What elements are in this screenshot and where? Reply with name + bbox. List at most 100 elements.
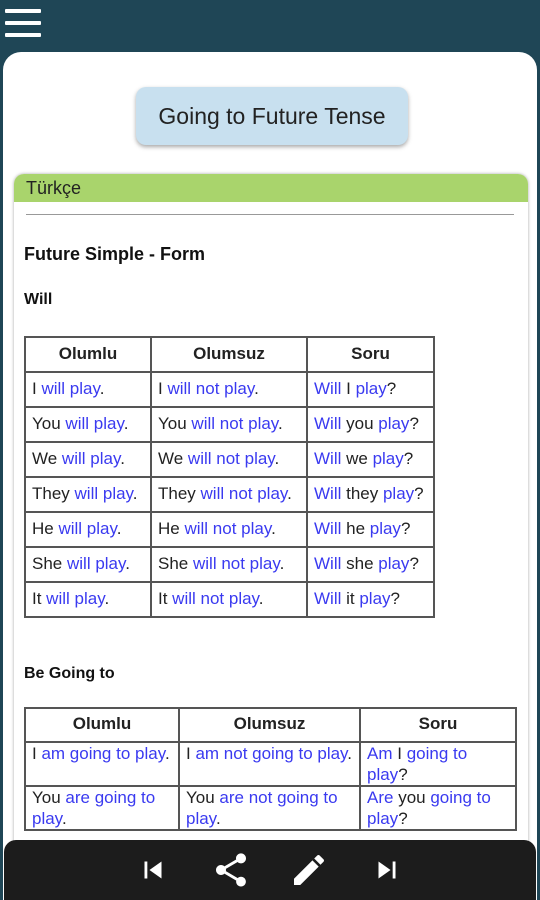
punctuation: .	[164, 744, 170, 763]
verb-phrase: will play	[74, 484, 133, 503]
table-cell: He will play.	[24, 511, 152, 548]
punctuation: .	[104, 589, 110, 608]
pencil-icon[interactable]	[285, 846, 333, 894]
column-header: Olumsuz	[178, 707, 361, 743]
table-cell: We will play.	[24, 441, 152, 478]
punctuation: .	[278, 414, 283, 433]
will-table: Olumlu Olumsuz Soru I will play. I will n…	[24, 336, 435, 618]
subject: I	[346, 379, 356, 398]
table-cell: Will they play?	[306, 476, 435, 513]
table-cell: He will not play.	[150, 511, 308, 548]
table-cell: It will play.	[24, 581, 152, 618]
aux-verb: Will	[314, 554, 347, 573]
subject: He	[32, 519, 59, 538]
verb-phrase: play	[382, 484, 415, 503]
column-header: Soru	[359, 707, 517, 743]
subject: She	[158, 554, 193, 573]
table-row: She will play. She will not play. Will she…	[24, 546, 435, 583]
punctuation: .	[120, 449, 125, 468]
table-cell: Are you going to play?	[359, 785, 517, 831]
verb-phrase: will play	[41, 379, 100, 398]
skip-next-icon[interactable]	[363, 846, 411, 894]
lesson-title-button[interactable]: Going to Future Tense	[136, 87, 408, 145]
table-header-row: Olumlu Olumsuz Soru	[24, 707, 517, 743]
subject: it	[346, 589, 360, 608]
page: Going to Future Tense Türkçe Future Simp…	[3, 52, 537, 900]
verb-phrase: play	[378, 414, 410, 433]
share-icon[interactable]	[207, 846, 255, 894]
verb-phrase: am going to play	[41, 744, 165, 763]
column-header: Olumsuz	[150, 336, 308, 373]
verb-phrase: will play	[66, 554, 126, 573]
subject: we	[346, 449, 373, 468]
aux-verb: Will	[314, 449, 347, 468]
be-going-to-table: Olumlu Olumsuz Soru I am going to play. I…	[24, 707, 517, 831]
verb-phrase: will not play	[192, 554, 280, 573]
punctuation: ?	[400, 519, 411, 538]
punctuation: .	[258, 589, 264, 608]
subject: You	[32, 414, 66, 433]
table-cell: Will I play?	[306, 371, 435, 408]
table-row: You are going to play. You are not going …	[24, 785, 517, 831]
punctuation: ?	[414, 484, 424, 503]
punctuation: ?	[398, 765, 408, 784]
table-cell: Will he play?	[306, 511, 435, 548]
divider	[26, 214, 514, 215]
aux-verb: Will	[314, 414, 347, 433]
lesson-content: Future Simple - Form Will Olumlu Olumsuz…	[24, 244, 524, 831]
aux-verb: Will	[314, 519, 347, 538]
verb-phrase: will not play	[187, 449, 275, 468]
table-cell: They will not play.	[150, 476, 308, 513]
table-cell: Will it play?	[306, 581, 435, 618]
column-header: Olumlu	[24, 707, 180, 743]
skip-previous-icon[interactable]	[129, 846, 177, 894]
punctuation: ?	[403, 449, 414, 468]
aux-verb: Will	[314, 589, 347, 608]
table-row: It will play. It will not play. Will it pl…	[24, 581, 435, 618]
section-title: Future Simple - Form	[24, 244, 206, 264]
punctuation: .	[215, 809, 221, 828]
punctuation: ?	[390, 589, 400, 608]
punctuation: .	[254, 379, 259, 398]
table-cell: Will you play?	[306, 406, 435, 443]
table-cell: Will she play?	[306, 546, 435, 583]
verb-phrase: play	[355, 379, 387, 398]
punctuation: .	[123, 414, 129, 433]
aux-verb: Will	[314, 379, 347, 398]
punctuation: .	[347, 744, 353, 763]
table-cell: I will not play.	[150, 371, 308, 408]
punctuation: .	[99, 379, 105, 398]
verb-phrase: will not play	[191, 414, 279, 433]
table-cell: She will not play.	[150, 546, 308, 583]
subject: you	[346, 414, 379, 433]
punctuation: ?	[386, 379, 397, 398]
verb-phrase: will not play	[172, 589, 259, 608]
punctuation: .	[274, 449, 280, 468]
language-header[interactable]: Türkçe	[14, 174, 528, 202]
punctuation: .	[132, 484, 138, 503]
verb-phrase: play	[378, 554, 410, 573]
table-cell: You will not play.	[150, 406, 308, 443]
menu-icon[interactable]	[5, 9, 41, 37]
verb-phrase: will not play	[200, 484, 288, 503]
subject: We	[32, 449, 62, 468]
table-cell: You will play.	[24, 406, 152, 443]
column-header: Olumlu	[24, 336, 152, 373]
subject: he	[346, 519, 370, 538]
punctuation: ?	[409, 414, 419, 433]
table-row: We will play. We will not play. Will we pl…	[24, 441, 435, 478]
subject: It	[158, 589, 173, 608]
subject: They	[158, 484, 201, 503]
verb-phrase: will play	[65, 414, 124, 433]
punctuation: .	[61, 809, 67, 828]
punctuation: .	[279, 554, 285, 573]
subject: you	[398, 788, 431, 807]
verb-phrase: will play	[46, 589, 105, 608]
table-row: You will play. You will not play. Will you…	[24, 406, 435, 443]
subject: It	[32, 589, 47, 608]
verb-phrase: play	[359, 589, 391, 608]
subject: I	[397, 744, 407, 763]
table-cell: You are not going to play.	[178, 785, 361, 831]
table-cell: I am not going to play.	[178, 741, 361, 787]
subject: You	[186, 788, 220, 807]
